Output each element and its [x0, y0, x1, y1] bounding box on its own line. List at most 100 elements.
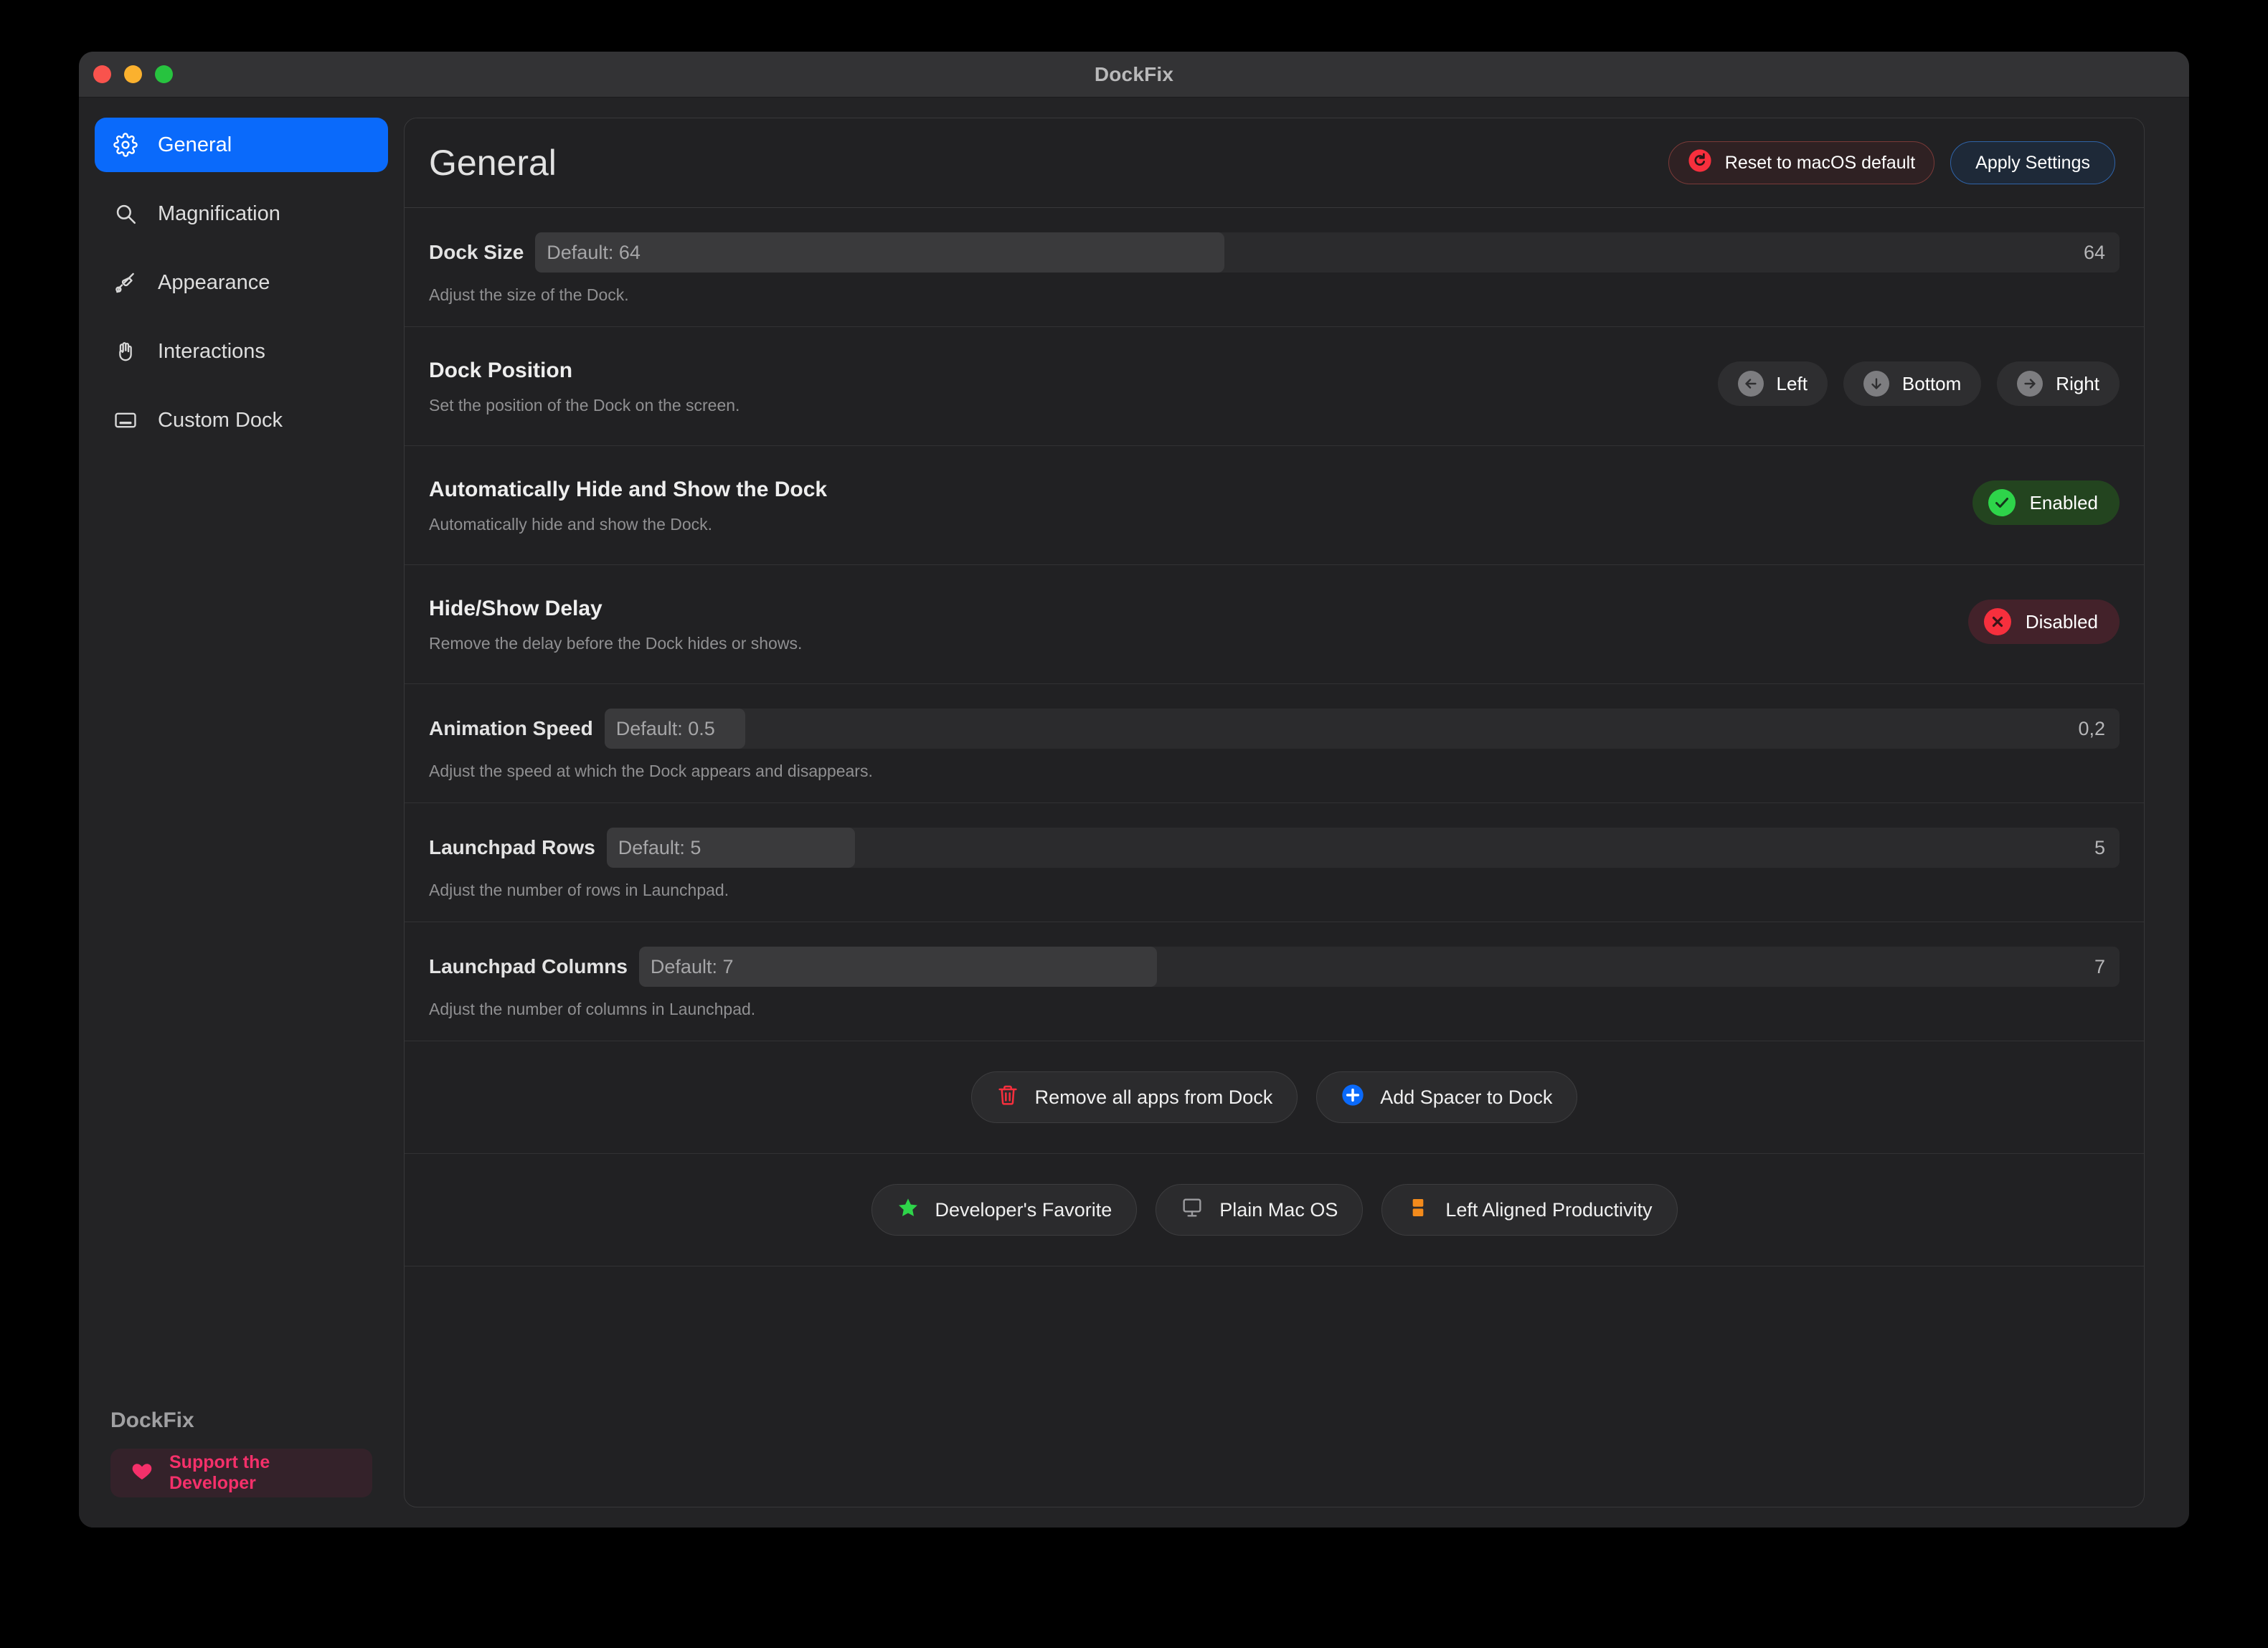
- dock-position-option-label: Bottom: [1901, 372, 1962, 394]
- app-window: DockFix General Magnification Appearance…: [79, 52, 2189, 1528]
- sidebar-item-label: Custom Dock: [158, 408, 283, 432]
- dock-action-label: Remove all apps from Dock: [1034, 1086, 1273, 1108]
- launchpad-rows-value: 5: [2094, 836, 2105, 858]
- header-actions: Reset to macOS default Apply Settings: [1668, 141, 2115, 184]
- apply-settings-button[interactable]: Apply Settings: [1950, 141, 2115, 184]
- launchpad-columns-slider[interactable]: Default: 7 7: [638, 947, 2120, 987]
- sidebar: General Magnification Appearance Interac…: [79, 98, 404, 1528]
- remove-all-apps-button[interactable]: Remove all apps from Dock: [970, 1071, 1298, 1123]
- dock-size-value: 64: [2083, 241, 2105, 263]
- plus-circle-icon: [1341, 1084, 1364, 1112]
- sidebar-item-custom-dock[interactable]: Custom Dock: [95, 393, 388, 447]
- dock-size-placeholder: Default: 64: [547, 241, 641, 263]
- dock-position-texts: Dock Position Set the position of the Do…: [429, 359, 740, 415]
- sidebar-item-label: Interactions: [158, 339, 265, 363]
- auto-hide-texts: Automatically Hide and Show the Dock Aut…: [429, 478, 827, 534]
- hide-show-delay-status-badge[interactable]: Disabled: [1967, 600, 2120, 644]
- animation-speed-slider[interactable]: Default: 0.5 0,2: [604, 709, 2120, 749]
- launchpad-rows-label: Launchpad Rows: [429, 836, 595, 858]
- dock-size-slider[interactable]: Default: 64 64: [535, 232, 2120, 273]
- animation-speed-value: 0,2: [2078, 717, 2105, 739]
- sidebar-item-appearance[interactable]: Appearance: [95, 255, 388, 310]
- support-label: Support the Developer: [169, 1452, 270, 1493]
- dock-size-label: Dock Size: [429, 241, 524, 263]
- check-circle-icon: [1988, 489, 2016, 516]
- setting-row-launchpad-rows: Launchpad Rows Default: 5 5 Adjust the n…: [405, 803, 2144, 922]
- dock-position-description: Set the position of the Dock on the scre…: [429, 396, 740, 415]
- brand-name: DockFix: [110, 1408, 194, 1432]
- dock-size-description: Adjust the size of the Dock.: [429, 285, 629, 304]
- content-panel: General Reset to macOS default Apply Set…: [404, 118, 2145, 1507]
- setting-row-dock-size: Dock Size Default: 64 64 Adjust the size…: [405, 208, 2144, 327]
- hide-show-delay-description: Remove the delay before the Dock hides o…: [429, 634, 803, 653]
- setting-row-hide-show-delay: Hide/Show Delay Remove the delay before …: [405, 565, 2144, 684]
- dock-position-bottom-button[interactable]: Bottom: [1843, 361, 1982, 406]
- launchpad-rows-placeholder: Default: 5: [618, 836, 701, 858]
- auto-hide-title: Automatically Hide and Show the Dock: [429, 478, 828, 501]
- preset-label: Left Aligned Productivity: [1445, 1198, 1653, 1221]
- preset-label: Developer's Favorite: [935, 1198, 1112, 1221]
- auto-hide-status-badge[interactable]: Enabled: [1972, 480, 2120, 525]
- star-icon: [897, 1196, 920, 1224]
- dock-position-options: Left Bottom Right: [1717, 359, 2120, 406]
- sidebar-item-general[interactable]: General: [95, 118, 388, 172]
- launchpad-columns-label: Launchpad Columns: [429, 955, 628, 977]
- launchpad-rows-slider[interactable]: Default: 5 5: [606, 828, 2120, 868]
- hide-show-delay-title: Hide/Show Delay: [429, 597, 603, 620]
- arrow-down-circle-icon: [1863, 371, 1889, 397]
- display-icon: [1181, 1196, 1204, 1224]
- setting-row-auto-hide: Automatically Hide and Show the Dock Aut…: [405, 446, 2144, 565]
- auto-hide-description: Automatically hide and show the Dock.: [429, 515, 713, 534]
- launchpad-columns-value: 7: [2094, 955, 2105, 977]
- presets-row: Developer's Favorite Plain Mac OS Left A…: [405, 1154, 2144, 1266]
- arrow-left-circle-icon: [1737, 371, 1764, 397]
- preset-developers-favorite-button[interactable]: Developer's Favorite: [871, 1184, 1138, 1236]
- dock-position-option-label: Right: [2056, 372, 2099, 394]
- trash-icon: [996, 1084, 1019, 1112]
- window-title: DockFix: [1094, 62, 1174, 85]
- x-circle-icon: [1983, 608, 2011, 635]
- auto-hide-status-label: Enabled: [2029, 491, 2098, 513]
- dock-position-left-button[interactable]: Left: [1717, 361, 1828, 406]
- hide-show-delay-status-label: Disabled: [2025, 610, 2098, 633]
- preset-left-aligned-productivity-button[interactable]: Left Aligned Productivity: [1381, 1184, 1678, 1236]
- launchpad-columns-slider-line: Launchpad Columns Default: 7 7: [429, 947, 2120, 987]
- reset-to-macos-default-button[interactable]: Reset to macOS default: [1668, 141, 1935, 184]
- add-spacer-button[interactable]: Add Spacer to Dock: [1316, 1071, 1578, 1123]
- setting-row-dock-position: Dock Position Set the position of the Do…: [405, 327, 2144, 446]
- search-icon: [113, 202, 138, 226]
- launchpad-columns-description: Adjust the number of columns in Launchpa…: [429, 1000, 756, 1018]
- arrow-right-circle-icon: [2017, 371, 2043, 397]
- layout-blocks-icon: [1407, 1196, 1430, 1224]
- brush-icon: [113, 270, 138, 295]
- content-header: General Reset to macOS default Apply Set…: [405, 118, 2144, 208]
- animation-speed-placeholder: Default: 0.5: [615, 717, 715, 739]
- reset-label: Reset to macOS default: [1724, 152, 1916, 173]
- dock-icon: [113, 408, 138, 432]
- sidebar-item-magnification[interactable]: Magnification: [95, 186, 388, 241]
- sidebar-footer: DockFix Support the Developer: [110, 1408, 372, 1497]
- auto-hide-widgets: Enabled: [1972, 478, 2120, 525]
- sidebar-item-interactions[interactable]: Interactions: [95, 324, 388, 379]
- dock-position-option-label: Left: [1776, 372, 1808, 394]
- page-title: General: [429, 143, 557, 183]
- dock-position-right-button[interactable]: Right: [1997, 361, 2120, 406]
- hand-icon: [113, 339, 138, 364]
- launchpad-columns-placeholder: Default: 7: [650, 955, 734, 977]
- sidebar-item-label: Appearance: [158, 270, 270, 294]
- preset-plain-mac-os-button[interactable]: Plain Mac OS: [1156, 1184, 1364, 1236]
- hide-show-delay-widgets: Disabled: [1967, 597, 2120, 644]
- support-the-developer-button[interactable]: Support the Developer: [110, 1449, 372, 1497]
- launchpad-rows-slider-line: Launchpad Rows Default: 5 5: [429, 828, 2120, 868]
- setting-row-animation-speed: Animation Speed Default: 0.5 0,2 Adjust …: [405, 684, 2144, 803]
- apply-label: Apply Settings: [1975, 152, 2090, 173]
- animation-speed-slider-line: Animation Speed Default: 0.5 0,2: [429, 709, 2120, 749]
- window-body: General Magnification Appearance Interac…: [79, 98, 2189, 1528]
- sidebar-item-label: General: [158, 133, 232, 156]
- settings-list: Dock Size Default: 64 64 Adjust the size…: [405, 208, 2144, 1507]
- setting-row-launchpad-columns: Launchpad Columns Default: 7 7 Adjust th…: [405, 922, 2144, 1041]
- reset-circle-icon: [1688, 148, 1712, 178]
- hide-show-delay-texts: Hide/Show Delay Remove the delay before …: [429, 597, 802, 653]
- dock-action-label: Add Spacer to Dock: [1380, 1086, 1553, 1108]
- launchpad-rows-description: Adjust the number of rows in Launchpad.: [429, 881, 729, 899]
